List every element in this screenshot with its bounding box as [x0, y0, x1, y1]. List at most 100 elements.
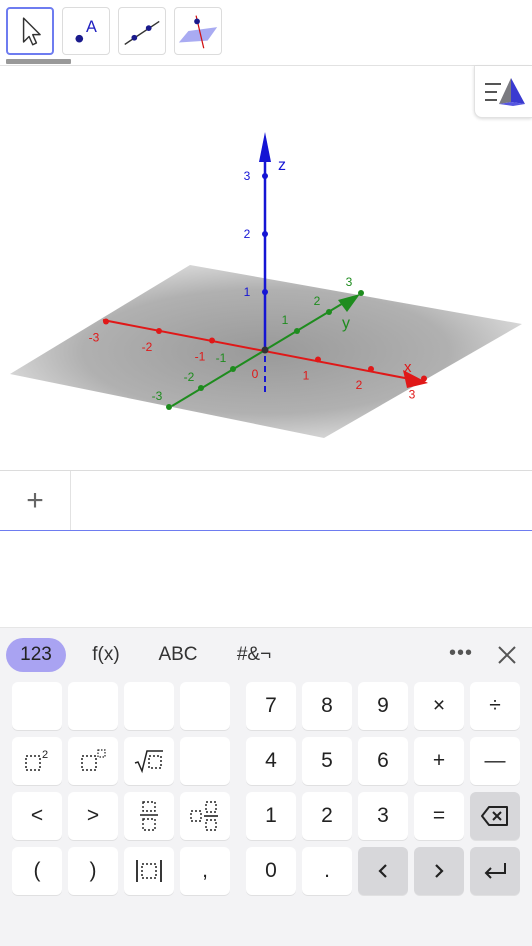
blank-key-1[interactable] — [12, 682, 62, 730]
y-axis-label: y — [342, 315, 350, 332]
active-tool-indicator — [6, 59, 71, 64]
cursor-right-key[interactable] — [414, 847, 464, 895]
add-item-button[interactable]: + — [0, 471, 71, 530]
blank-key-3[interactable] — [124, 682, 174, 730]
z-axis-label: z — [278, 157, 286, 174]
tab-symbols[interactable]: #&¬ — [224, 638, 284, 672]
point-tool-letter: A — [86, 18, 97, 36]
point-tool-button[interactable]: A — [62, 7, 110, 55]
cursor-left-key[interactable] — [358, 847, 408, 895]
key-divide[interactable]: ÷ — [470, 682, 520, 730]
tab-letters[interactable]: ABC — [148, 638, 208, 672]
key-plus[interactable]: + — [414, 737, 464, 785]
y-axis-tick-mark — [326, 309, 332, 315]
key-sqrt[interactable] — [124, 737, 174, 785]
key-comma[interactable]: , — [180, 847, 230, 895]
bottom-strip — [0, 904, 532, 946]
move-tool-button[interactable] — [6, 7, 54, 55]
origin-label: 0 — [252, 367, 259, 381]
view-menu-pyramid-icon — [485, 78, 525, 106]
blank-key-4[interactable] — [180, 682, 230, 730]
y-axis-tick-label: 1 — [282, 313, 289, 327]
key-mixed-fraction[interactable] — [180, 792, 230, 840]
toolbar: A — [0, 0, 532, 66]
key-less-than[interactable]: < — [12, 792, 62, 840]
x-axis-tick-label: -1 — [195, 350, 206, 364]
origin-point — [261, 346, 269, 354]
point-icon: A — [75, 18, 97, 43]
key-8[interactable]: 8 — [302, 682, 352, 730]
key-3[interactable]: 3 — [358, 792, 408, 840]
algebra-input-field[interactable] — [72, 471, 532, 530]
key-square[interactable]: 2 — [12, 737, 62, 785]
key-fraction[interactable] — [124, 792, 174, 840]
key-decimal-point[interactable]: . — [302, 847, 352, 895]
graphics-view-3d[interactable]: -3 -2 -1 1 2 3 0 -3 -2 -1 1 2 3 123 x y z — [0, 66, 532, 464]
view-menu-button[interactable] — [474, 66, 532, 118]
x-axis-tick-label: 3 — [409, 388, 416, 402]
axes-3d-canvas: -3-2-11230 -3-2-1123 123 x y z — [10, 132, 522, 438]
y-axis-tick-mark — [198, 385, 204, 391]
plane-icon — [178, 15, 218, 49]
x-axis-tick-label: 2 — [356, 378, 363, 392]
key-power[interactable] — [68, 737, 118, 785]
key-left-paren[interactable]: ( — [12, 847, 62, 895]
z-axis-tick-mark — [262, 173, 268, 179]
close-icon — [498, 646, 516, 664]
key-9[interactable]: 9 — [358, 682, 408, 730]
y-axis-tick-label: -2 — [184, 370, 195, 384]
enter-icon — [484, 863, 506, 879]
y-axis-tick-mark — [166, 404, 172, 410]
y-axis-tick-mark — [294, 328, 300, 334]
key-1[interactable]: 1 — [246, 792, 296, 840]
x-axis-tick-label: 1 — [303, 369, 310, 383]
x-axis-tick-label: -3 — [89, 331, 100, 345]
key-right-paren[interactable]: ) — [68, 847, 118, 895]
svg-text:2: 2 — [42, 749, 48, 761]
key-4[interactable]: 4 — [246, 737, 296, 785]
z-axis-tick-mark — [262, 289, 268, 295]
arrow-left-icon — [378, 864, 387, 878]
key-2[interactable]: 2 — [302, 792, 352, 840]
x-axis-tick-mark — [209, 337, 215, 344]
x-axis-tick-mark — [103, 318, 109, 325]
algebra-input-focus-line — [0, 530, 532, 531]
x-axis-tick-label: -2 — [142, 340, 153, 354]
key-6[interactable]: 6 — [358, 737, 408, 785]
tab-numbers[interactable]: 123 — [6, 638, 66, 672]
y-axis-tick-label: 3 — [346, 275, 353, 289]
y-axis-tick-mark — [358, 290, 364, 296]
key-equals[interactable]: = — [414, 792, 464, 840]
backspace-icon — [481, 806, 508, 826]
x-axis-tick-mark — [368, 366, 374, 372]
line-tool-button[interactable] — [118, 7, 166, 55]
key-greater-than[interactable]: > — [68, 792, 118, 840]
backspace-key[interactable] — [470, 792, 520, 840]
abs-icon — [136, 860, 162, 882]
math-keyboard: 123 f(x) ABC #&¬ ••• 7 8 9 × ÷ 2 4 5 6 +… — [0, 627, 532, 905]
blank-key-2[interactable] — [68, 682, 118, 730]
x-axis-tick-mark — [421, 375, 427, 382]
z-axis-tick-label: 1 — [244, 285, 251, 299]
more-options-button[interactable]: ••• — [446, 638, 476, 672]
plane-tool-button[interactable] — [174, 7, 222, 55]
tab-functions[interactable]: f(x) — [78, 638, 134, 672]
power-icon — [81, 749, 106, 771]
key-0[interactable]: 0 — [246, 847, 296, 895]
key-absolute-value[interactable] — [124, 847, 174, 895]
x-axis-label: x — [404, 359, 412, 376]
key-5[interactable]: 5 — [302, 737, 352, 785]
close-keyboard-button[interactable] — [492, 640, 522, 670]
blank-key-5[interactable] — [180, 737, 230, 785]
key-7[interactable]: 7 — [246, 682, 296, 730]
arrow-cursor-icon — [22, 17, 41, 46]
line-through-points-icon — [124, 20, 160, 46]
x-axis-tick-mark — [156, 328, 162, 334]
square-icon: 2 — [25, 749, 48, 771]
keyboard-tabs: 123 f(x) ABC #&¬ ••• — [0, 628, 532, 680]
enter-key[interactable] — [470, 847, 520, 895]
key-multiply[interactable]: × — [414, 682, 464, 730]
key-minus[interactable]: — — [470, 737, 520, 785]
x-axis-tick-mark — [315, 356, 321, 363]
z-axis-arrow — [259, 132, 271, 162]
